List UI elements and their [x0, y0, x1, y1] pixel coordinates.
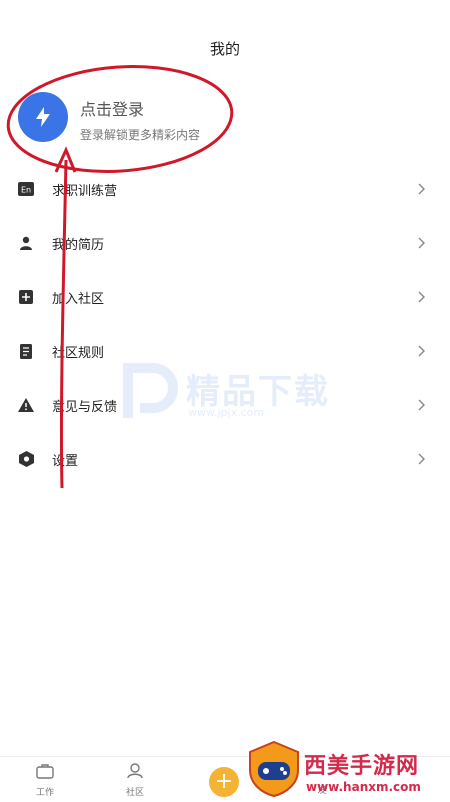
warning-icon: [18, 397, 34, 413]
menu-list: En 求职训练营 我的简历 加入社区 社区规则 意见与反馈 设置: [0, 162, 450, 486]
watermark: 精品下载 www.jpjx.com: [118, 358, 358, 422]
menu-label: 求职训练营: [52, 183, 118, 199]
menu-item-join-community[interactable]: 加入社区: [0, 270, 450, 324]
watermark-url: www.jpjx.com: [188, 406, 265, 419]
ad-title: 西美手游网: [304, 754, 420, 779]
tab-work[interactable]: 工作: [15, 763, 75, 799]
gamepad-shield-icon: [249, 740, 299, 798]
tab-label: 工作: [35, 788, 54, 798]
hexagon-settings-icon: [18, 451, 34, 467]
menu-label: 我的简历: [52, 237, 105, 253]
chevron-right-icon: [418, 345, 425, 357]
chevron-right-icon: [418, 291, 425, 303]
watermark-logo-icon: [123, 363, 178, 418]
document-icon: [18, 343, 34, 359]
ad-watermark: 西美手游网 www.hanxm.com: [246, 740, 450, 800]
publish-plus-button[interactable]: +: [209, 767, 239, 797]
chevron-right-icon: [418, 453, 425, 465]
person-icon: [18, 235, 34, 251]
avatar[interactable]: [18, 92, 68, 142]
login-subtitle: 登录解锁更多精彩内容: [80, 128, 201, 142]
tab-label: 社区: [125, 788, 144, 798]
chevron-right-icon: [418, 183, 425, 195]
menu-item-settings[interactable]: 设置: [0, 432, 450, 486]
menu-label: 加入社区: [52, 291, 105, 307]
menu-label: 设置: [52, 453, 79, 469]
page-title: 我的: [209, 40, 240, 58]
login-prompt[interactable]: 点击登录: [80, 96, 144, 120]
ad-url: www.hanxm.com: [306, 780, 421, 794]
svg-text:En: En: [21, 186, 31, 195]
login-profile-card[interactable]: 点击登录 登录解锁更多精彩内容: [18, 92, 338, 148]
menu-item-my-resume[interactable]: 我的简历: [0, 216, 450, 270]
chevron-right-icon: [418, 399, 425, 411]
chevron-right-icon: [418, 237, 425, 249]
community-icon: [127, 763, 143, 779]
menu-label: 社区规则: [52, 345, 105, 361]
tab-community[interactable]: 社区: [105, 763, 165, 799]
menu-item-job-training[interactable]: En 求职训练营: [0, 162, 450, 216]
menu-label: 意见与反馈: [52, 399, 118, 415]
lightning-icon: [36, 107, 50, 127]
briefcase-icon: [36, 764, 54, 779]
plus-square-icon: [18, 289, 34, 305]
en-badge-icon: En: [18, 181, 34, 197]
